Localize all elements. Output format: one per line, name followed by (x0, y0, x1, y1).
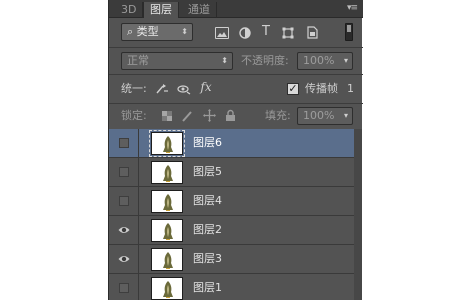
visibility-toggle[interactable] (109, 216, 139, 245)
opacity-label: 不透明度: (241, 54, 289, 67)
layer-row[interactable]: 图层2 (109, 216, 354, 245)
layer-name[interactable]: 图层4 (193, 194, 222, 208)
layers-panel: 3D 图层 通道 ▾≡ ⌕ 类型 ⬍ T 正常 ⬍ 不透明度: 100% ▾ 统… (108, 0, 363, 300)
layer-row[interactable]: 图层4 (109, 187, 354, 216)
blend-mode-value: 正常 (127, 54, 149, 67)
layer-row[interactable]: 图层5 (109, 158, 354, 187)
panel-tab-bar: 3D 图层 通道 ▾≡ (109, 0, 363, 18)
lock-move-icon[interactable] (203, 109, 216, 125)
unify-style-icon[interactable]: fx (199, 81, 213, 93)
visibility-box-icon (119, 196, 129, 206)
chevron-updown-icon: ⬍ (181, 27, 188, 36)
layer-thumbnail[interactable] (151, 219, 183, 242)
penguin-figure-icon (163, 281, 173, 298)
blend-row: 正常 ⬍ 不透明度: 100% ▾ (109, 48, 363, 74)
chevron-updown-icon: ⬍ (221, 56, 228, 65)
penguin-figure-icon (163, 252, 173, 269)
tab-layers[interactable]: 图层 (143, 2, 179, 18)
lock-transparent-icon[interactable] (161, 110, 173, 125)
layer-thumbnail[interactable] (151, 248, 183, 271)
layer-row[interactable]: 图层3 (109, 245, 354, 274)
filter-kind-dropdown[interactable]: ⌕ 类型 ⬍ (121, 23, 193, 41)
layer-name[interactable]: 图层1 (193, 281, 222, 295)
layer-thumbnail[interactable] (149, 130, 185, 157)
fill-field[interactable]: 100% ▾ (297, 107, 353, 125)
frame-number: 1 (347, 82, 354, 95)
tab-channels[interactable]: 通道 (182, 2, 217, 18)
opacity-field[interactable]: 100% ▾ (297, 52, 353, 70)
penguin-figure-icon (163, 136, 173, 153)
unify-label: 统一: (121, 82, 147, 95)
lock-row: 锁定: 填充: 100% ▾ (109, 104, 363, 129)
penguin-figure-icon (163, 165, 173, 182)
lock-all-icon[interactable] (225, 109, 236, 125)
layer-name[interactable]: 图层2 (193, 223, 222, 237)
propagate-frame-checkbox[interactable]: ✓ (287, 83, 299, 95)
layer-row[interactable]: 图层6 (109, 129, 354, 158)
blend-mode-dropdown[interactable]: 正常 ⬍ (121, 52, 233, 70)
search-icon: ⌕ (127, 25, 137, 38)
layer-name[interactable]: 图层6 (193, 136, 222, 150)
eye-icon (118, 256, 130, 262)
visibility-toggle[interactable] (109, 187, 139, 216)
unify-visibility-icon[interactable] (177, 83, 191, 95)
layer-thumbnail[interactable] (151, 190, 183, 213)
layer-row[interactable]: 图层1 (109, 274, 354, 300)
eye-icon (118, 227, 130, 233)
visibility-toggle[interactable] (109, 129, 139, 158)
propagate-frame-label: 传播帧 (305, 82, 338, 95)
shape-filter-icon[interactable] (281, 27, 295, 39)
smart-object-filter-icon[interactable] (305, 26, 319, 39)
visibility-toggle[interactable] (109, 274, 139, 300)
layers-scrollbar[interactable] (354, 129, 362, 300)
penguin-figure-icon (163, 194, 173, 211)
fill-value: 100% (303, 109, 335, 122)
layer-thumbnail[interactable] (151, 161, 183, 184)
opacity-value: 100% (303, 54, 335, 67)
visibility-box-icon (119, 283, 129, 293)
unify-row: 统一: fx ✓ 传播帧 1 (109, 75, 363, 103)
type-filter-icon[interactable]: T (259, 25, 273, 38)
chevron-down-icon: ▾ (343, 111, 348, 120)
unify-position-icon[interactable] (155, 83, 169, 95)
layer-name[interactable]: 图层3 (193, 252, 222, 266)
tab-3d[interactable]: 3D (115, 2, 144, 18)
filter-toggle-icon[interactable] (345, 23, 353, 41)
fill-label: 填充: (265, 109, 291, 122)
visibility-toggle[interactable] (109, 158, 139, 187)
adjustment-filter-icon[interactable] (238, 27, 252, 39)
image-filter-icon[interactable] (215, 27, 229, 39)
filter-row: ⌕ 类型 ⬍ T (109, 19, 363, 47)
penguin-figure-icon (163, 223, 173, 240)
filter-kind-label: 类型 (136, 25, 159, 38)
visibility-toggle[interactable] (109, 245, 139, 274)
visibility-box-icon (119, 138, 129, 148)
lock-paint-icon[interactable] (181, 110, 193, 125)
chevron-down-icon: ▾ (343, 56, 348, 65)
panel-menu-icon[interactable]: ▾≡ (347, 3, 358, 13)
visibility-box-icon (119, 167, 129, 177)
lock-label: 锁定: (121, 109, 147, 122)
layer-thumbnail[interactable] (151, 277, 183, 300)
layer-name[interactable]: 图层5 (193, 165, 222, 179)
